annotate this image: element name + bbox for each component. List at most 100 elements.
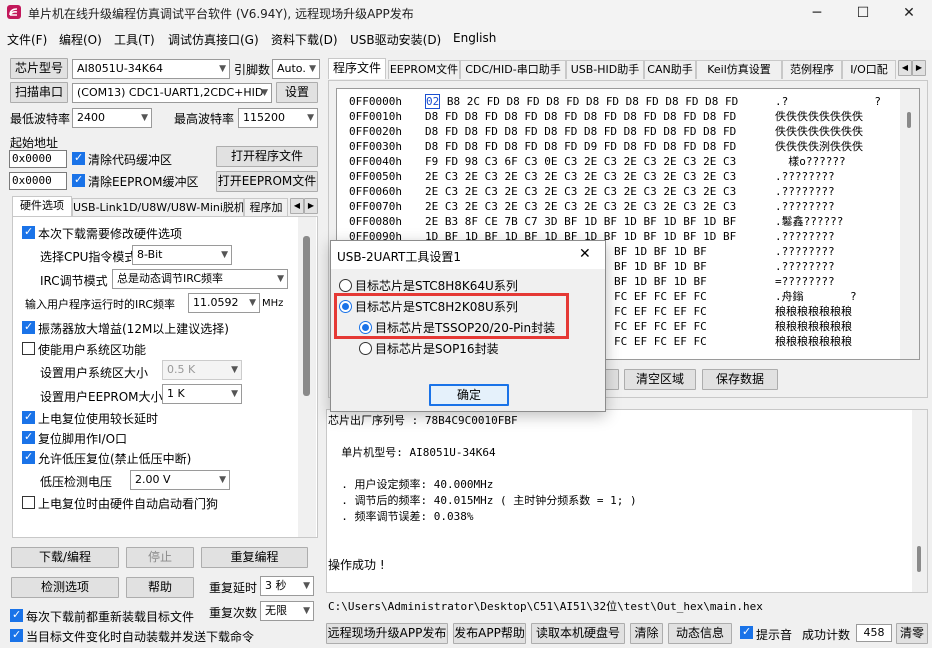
min-baud-select[interactable]: 2400 ▼ <box>72 108 152 128</box>
check-options-button[interactable]: 检测选项 <box>11 577 119 598</box>
reset-count-button[interactable]: 清零 <box>896 623 928 644</box>
auto-reload-checkbox[interactable] <box>10 628 23 642</box>
chip-type-button[interactable]: 芯片型号 <box>10 58 68 79</box>
irc-mode-select[interactable]: 总是动态调节IRC频率 ▼ <box>112 269 288 289</box>
menu-download[interactable]: 资料下载(D) <box>271 31 338 48</box>
tab-cdc-hid-serial[interactable]: CDC/HID-串口助手 <box>460 60 566 79</box>
cpu-mode-label: 选择CPU指令模式 <box>40 250 137 264</box>
maximize-button[interactable]: ☐ <box>840 0 886 26</box>
hex-row-ascii: =???????? <box>775 275 835 288</box>
help-button[interactable]: 帮助 <box>126 577 194 598</box>
irc-freq-label: 输入用户程序运行时的IRC频率 <box>25 298 176 311</box>
clear-log-button[interactable]: 清除 <box>630 623 663 644</box>
tab-usb-hid[interactable]: USB-HID助手 <box>566 60 644 79</box>
repeat-count-select[interactable]: 无限 ▼ <box>260 601 314 621</box>
publish-remote-upgrade-button[interactable]: 远程现场升级APP发布 <box>326 623 448 644</box>
hw-options-scroll-thumb[interactable] <box>303 236 310 396</box>
hex-row-bytes: D8 FD D8 FD D8 FD D8 FD D8 FD D8 FD D8 F… <box>425 125 737 138</box>
tab-program-encrypt[interactable]: 程序加 <box>244 198 288 217</box>
open-eeprom-file-button[interactable]: 打开EEPROM文件 <box>216 171 318 192</box>
lvd-label: 低压检测电压 <box>40 475 113 489</box>
clear-area-button[interactable]: 清空区域 <box>624 369 696 390</box>
hex-row-bytes: FC EF FC EF FC <box>614 320 707 333</box>
open-program-file-button[interactable]: 打开程序文件 <box>216 146 318 167</box>
tab-examples[interactable]: 范例程序 <box>782 60 842 79</box>
reset-io-checkbox[interactable] <box>22 430 35 444</box>
tab-program-file[interactable]: 程序文件 <box>328 58 386 79</box>
output-log[interactable]: 芯片出厂序列号 : 78B4C9C0010FBF 单片机型号: AI8051U-… <box>326 409 928 593</box>
success-count-label: 成功计数 <box>802 628 851 642</box>
eeprom-start-address-input[interactable]: 0x0000 <box>9 172 67 190</box>
ok-button[interactable]: 确定 <box>429 384 509 406</box>
option-sop16-label: 目标芯片是SOP16封装 <box>375 342 499 356</box>
port-select[interactable]: (COM13) CDC1-UART1,2CDC+HID ▼ <box>72 83 272 103</box>
reprogram-button[interactable]: 重复编程 <box>201 547 308 568</box>
right-tab-scroll-left-icon[interactable]: ◀ <box>898 60 912 76</box>
tab-hardware-options[interactable]: 硬件选项 <box>12 196 72 217</box>
max-baud-label: 最高波特率 <box>174 112 235 126</box>
tab-eeprom-file[interactable]: EEPROM文件 <box>388 60 460 79</box>
minimize-button[interactable]: ─ <box>794 0 840 26</box>
save-data-button[interactable]: 保存数据 <box>702 369 778 390</box>
low-voltage-reset-checkbox[interactable] <box>22 450 35 464</box>
tab-usb-link[interactable]: USB-Link1D/U8W/U8W-Mini脱机 <box>72 198 244 217</box>
menu-program[interactable]: 编程(O) <box>59 31 102 48</box>
irc-freq-select[interactable]: 11.0592 ▼ <box>188 293 260 313</box>
reload-each-checkbox[interactable] <box>10 608 23 622</box>
menu-file[interactable]: 文件(F) <box>7 31 47 48</box>
need-modify-checkbox[interactable] <box>22 225 35 239</box>
hex-row-ascii: 稂稂稂稂稂稂稂 <box>775 305 852 318</box>
clear-eeprom-buffer-checkbox[interactable] <box>72 173 85 187</box>
hex-row-address: 0FF0030h <box>349 140 402 153</box>
tab-can[interactable]: CAN助手 <box>644 60 696 79</box>
hex-scroll-thumb[interactable] <box>907 112 911 128</box>
menu-debug[interactable]: 调试仿真接口(G) <box>168 31 259 48</box>
power-delay-label: 上电复位使用较长延时 <box>38 412 159 426</box>
close-button[interactable]: ✕ <box>886 0 932 26</box>
pin-count-select[interactable]: Auto. ▼ <box>272 59 320 79</box>
code-start-address-input[interactable]: 0x0000 <box>9 150 67 168</box>
settings-button[interactable]: 设置 <box>276 82 318 103</box>
start-address-label: 起始地址 <box>10 136 59 150</box>
tab-keil-sim[interactable]: Keil仿真设置 <box>696 60 782 79</box>
chip-type-select[interactable]: AI8051U-34K64 ▼ <box>72 59 230 79</box>
repeat-delay-select[interactable]: 3 秒 ▼ <box>260 576 314 596</box>
cpu-mode-select[interactable]: 8-Bit ▼ <box>132 245 232 265</box>
scan-port-button[interactable]: 扫描串口 <box>10 82 68 103</box>
osc-gain-checkbox[interactable] <box>22 320 35 334</box>
publish-app-help-button[interactable]: 发布APP帮助 <box>453 623 526 644</box>
log-line: . 用户设定频率: 40.000MHz <box>328 478 494 491</box>
max-baud-select[interactable]: 115200 ▼ <box>238 108 318 128</box>
radio-stc8h8k64u[interactable] <box>339 279 352 292</box>
read-disk-id-button[interactable]: 读取本机硬盘号 <box>531 623 625 644</box>
log-scroll-thumb[interactable] <box>917 546 921 572</box>
tab-scroll-right-icon[interactable]: ▶ <box>304 198 318 214</box>
menu-tools[interactable]: 工具(T) <box>114 31 155 48</box>
dialog-close-icon[interactable]: ✕ <box>579 246 591 262</box>
hex-row-ascii: 佚佚佚佚佚佚佚佚 <box>775 125 863 138</box>
tab-io-config[interactable]: I/O口配 <box>842 60 896 79</box>
user-eeprom-size-select[interactable]: 1 K ▼ <box>162 384 242 404</box>
power-delay-checkbox[interactable] <box>22 410 35 424</box>
hex-row-ascii: 樣o?????? <box>775 155 853 168</box>
download-program-button[interactable]: 下载/编程 <box>11 547 119 568</box>
hex-row-ascii: .???????? <box>775 230 835 243</box>
beep-checkbox[interactable] <box>740 625 753 639</box>
irc-mode-label: IRC调节模式 <box>40 274 108 288</box>
menu-usb-driver[interactable]: USB驱动安装(D) <box>350 31 441 48</box>
user-system-area-checkbox[interactable] <box>22 342 35 355</box>
dynamic-info-button[interactable]: 动态信息 <box>668 623 732 644</box>
tab-scroll-left-icon[interactable]: ◀ <box>290 198 304 214</box>
right-tab-scroll-right-icon[interactable]: ▶ <box>912 60 926 76</box>
hex-row-bytes: FC EF FC EF FC <box>614 335 707 348</box>
menu-english[interactable]: English <box>453 31 496 45</box>
user-system-size-label: 设置用户系统区大小 <box>40 366 149 380</box>
clear-code-buffer-checkbox[interactable] <box>72 151 85 165</box>
hex-scrollbar[interactable] <box>900 89 919 359</box>
radio-sop16[interactable] <box>359 342 372 355</box>
low-voltage-reset-label: 允许低压复位(禁止低压中断) <box>38 452 192 466</box>
selected-byte: 02 <box>425 94 441 109</box>
lvd-select[interactable]: 2.00 V ▼ <box>130 470 230 490</box>
watchdog-checkbox[interactable] <box>22 496 35 509</box>
